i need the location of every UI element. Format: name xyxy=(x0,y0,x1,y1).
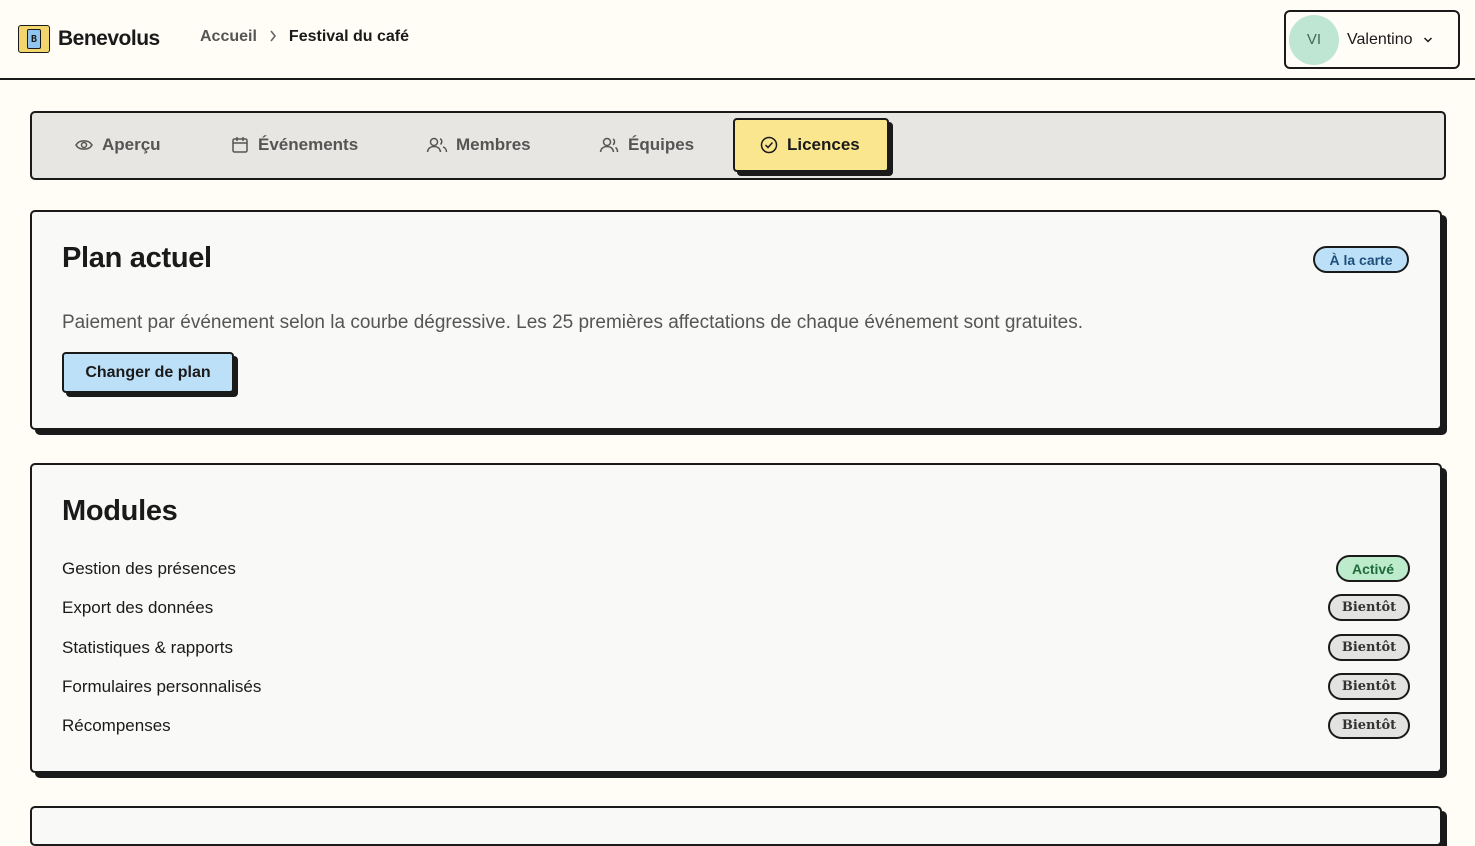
change-plan-button[interactable]: Changer de plan xyxy=(62,352,234,393)
module-label: Export des données xyxy=(62,598,214,617)
plan-description: Paiement par événement selon la courbe d… xyxy=(62,312,1083,333)
tab-evenements[interactable]: Événements xyxy=(230,118,358,172)
users-icon xyxy=(426,137,448,153)
tab-label: Licences xyxy=(787,135,860,154)
breadcrumb-home-link[interactable]: Accueil xyxy=(200,28,257,46)
tab-label: Membres xyxy=(456,135,531,154)
modules-title: Modules xyxy=(62,495,178,527)
module-label: Gestion des présences xyxy=(62,559,236,578)
user-menu-button[interactable]: VI Valentino xyxy=(1284,10,1460,69)
chevron-down-icon xyxy=(1423,36,1432,43)
eye-icon xyxy=(75,140,93,150)
module-label: Formulaires personnalisés xyxy=(62,677,262,696)
tab-licences[interactable]: Licences xyxy=(733,118,889,172)
tab-apercu[interactable]: Aperçu xyxy=(74,118,161,172)
status-badge: Bientôt xyxy=(1328,712,1410,739)
tab-label: Équipes xyxy=(628,135,695,154)
module-row: Statistiques & rapports Bientôt xyxy=(62,633,1410,663)
check-badge-icon xyxy=(760,136,778,154)
breadcrumb: Accueil Festival du café xyxy=(200,28,409,46)
status-badge: Bientôt xyxy=(1328,634,1410,661)
module-row: Gestion des présences Activé xyxy=(62,554,1410,584)
plan-title: Plan actuel xyxy=(62,242,212,274)
status-badge: Bientôt xyxy=(1328,594,1410,621)
chevron-right-icon xyxy=(269,29,277,45)
module-row: Formulaires personnalisés Bientôt xyxy=(62,672,1410,702)
logo-icon: B xyxy=(16,23,52,55)
plan-card: Plan actuel À la carte Paiement par évén… xyxy=(30,210,1442,430)
next-card xyxy=(30,806,1442,846)
app-logo[interactable]: B Benevolus xyxy=(16,23,160,55)
module-row: Récompenses Bientôt xyxy=(62,711,1410,741)
plan-badge: À la carte xyxy=(1313,246,1409,273)
calendar-icon xyxy=(232,137,248,153)
status-badge: Bientôt xyxy=(1328,673,1410,700)
status-badge: Activé xyxy=(1336,555,1410,582)
top-bar: B Benevolus Accueil Festival du café VI … xyxy=(0,0,1475,80)
module-row: Export des données Bientôt xyxy=(62,593,1410,623)
app-name: Benevolus xyxy=(58,27,160,50)
module-label: Statistiques & rapports xyxy=(62,638,234,657)
breadcrumb-current: Festival du café xyxy=(288,28,409,45)
tab-label: Événements xyxy=(258,135,359,154)
avatar: VI xyxy=(1289,14,1339,65)
tab-label: Aperçu xyxy=(102,135,161,154)
team-icon xyxy=(599,137,619,153)
module-label: Récompenses xyxy=(62,716,171,735)
modules-card: Modules Gestion des présences Activé Exp… xyxy=(30,463,1442,773)
tab-bar: Aperçu Événements Membres Équipes Licenc… xyxy=(30,111,1446,180)
user-name: Valentino xyxy=(1347,30,1413,48)
tab-membres[interactable]: Membres xyxy=(426,118,531,172)
tab-equipes[interactable]: Équipes xyxy=(598,118,694,172)
